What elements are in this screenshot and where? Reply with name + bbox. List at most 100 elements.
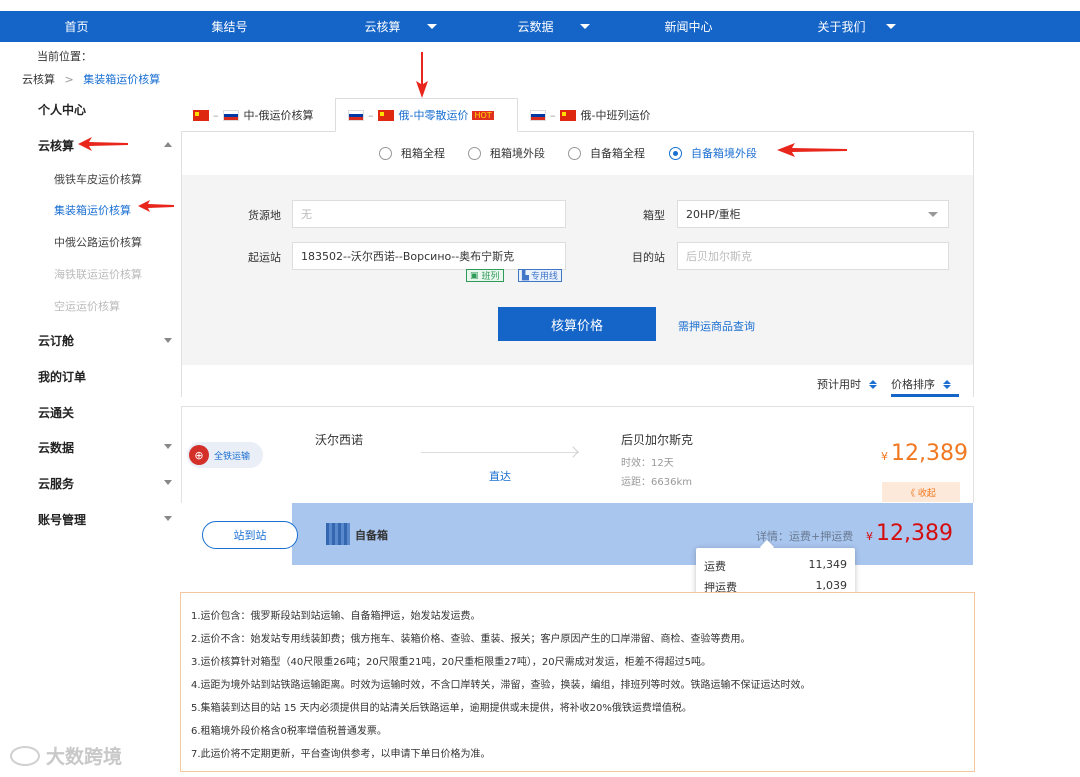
start-station-label: 起运站 bbox=[248, 251, 281, 264]
red-arrow-icon bbox=[78, 137, 128, 151]
calculate-button[interactable]: 核算价格 bbox=[498, 307, 656, 341]
sidebar-sub-road[interactable]: 中俄公路运价核算 bbox=[54, 234, 142, 250]
nav-about-label: 关于我们 bbox=[817, 20, 866, 34]
route-distance: 运距：6636km bbox=[621, 477, 692, 488]
radio-rent-abroad-label: 租箱境外段 bbox=[490, 147, 545, 160]
tab-cn-ru-label: 中-俄运价核算 bbox=[243, 109, 314, 122]
sort-icon bbox=[943, 379, 951, 389]
truck-icon: ▙ bbox=[522, 270, 529, 281]
escort-goods-link[interactable]: 需押运商品查询 bbox=[678, 318, 755, 334]
chevron-down-icon[interactable] bbox=[164, 516, 172, 521]
result-price: ¥12,389 bbox=[881, 441, 968, 466]
tooltip-row-freight: 运费 11,349 bbox=[704, 558, 847, 574]
radio-rent-full[interactable]: 租箱全程 bbox=[379, 145, 445, 161]
nav-cloud-data[interactable]: 云数据 bbox=[459, 11, 612, 42]
radio-own-full-label: 自备箱全程 bbox=[590, 147, 645, 160]
top-nav: 首页 集结号 云核算 云数据 新闻中心 关于我们 bbox=[0, 11, 1080, 42]
radio-rent-abroad[interactable]: 租箱境外段 bbox=[468, 145, 545, 161]
sort-bar: 预计用时 价格排序 bbox=[182, 366, 973, 397]
radio-own-full[interactable]: 自备箱全程 bbox=[568, 145, 645, 161]
box-type-label: 箱型 bbox=[643, 209, 665, 222]
mode-radio-group: 租箱全程 租箱境外段 自备箱全程 自备箱境外段 bbox=[181, 140, 974, 166]
red-arrow-icon bbox=[138, 200, 174, 212]
active-sort-indicator bbox=[891, 394, 959, 397]
chevron-down-icon[interactable] bbox=[164, 444, 172, 449]
nav-home-label: 首页 bbox=[64, 20, 89, 34]
station-to-station-button[interactable]: 站到站 bbox=[202, 521, 298, 549]
sort-by-price[interactable]: 价格排序 bbox=[891, 376, 951, 392]
breadcrumb-root[interactable]: 云核算 bbox=[22, 73, 55, 86]
watermark-text: 大数跨境 bbox=[46, 746, 123, 768]
sidebar-item-customs[interactable]: 云通关 bbox=[38, 404, 74, 421]
nav-news[interactable]: 新闻中心 bbox=[612, 11, 765, 42]
note-4: 4.运距为境外站到站铁路运输距离。时效为运输时效，不含口岸转关，滞留，查验，换装… bbox=[191, 680, 811, 691]
sidebar-item-booking[interactable]: 云订舱 bbox=[38, 332, 74, 349]
radio-own-abroad[interactable]: 自备箱境外段 bbox=[669, 145, 757, 161]
note-6: 6.租箱境外段价格含0税率增值税普通发票。 bbox=[191, 726, 387, 737]
red-arrow-down-icon bbox=[416, 52, 428, 98]
note-2: 2.运价不含：始发站专用线装卸费；俄方拖车、装箱价格、查验、重装、报关；客户原因… bbox=[191, 634, 751, 645]
russia-flag-icon bbox=[222, 109, 239, 121]
sidebar-sub-container[interactable]: 集装箱运价核算 bbox=[54, 202, 131, 218]
container-label: 自备箱 bbox=[355, 529, 388, 542]
nav-jijiehao[interactable]: 集结号 bbox=[153, 11, 306, 42]
route-type: 直达 bbox=[489, 470, 511, 483]
result-price-value: 12,389 bbox=[891, 441, 968, 466]
chevron-down-icon[interactable] bbox=[164, 338, 172, 343]
total-price-value: 12,389 bbox=[876, 521, 953, 546]
tab-ru-cn-train[interactable]: – 俄-中班列运价 bbox=[528, 98, 678, 132]
tab-ru-cn-lcl[interactable]: – 俄-中零散运价 HOT bbox=[335, 98, 518, 132]
red-arrow-icon bbox=[777, 143, 847, 157]
tab-cn-ru[interactable]: – 中-俄运价核算 bbox=[191, 98, 336, 132]
note-1: 1.运价包含：俄罗斯段站到站运输、自备箱押运，始发站发运费。 bbox=[191, 611, 481, 622]
nav-cloud-calc[interactable]: 云核算 bbox=[306, 11, 459, 42]
tab-ru-cn-lcl-label: 俄-中零散运价 bbox=[398, 109, 469, 122]
chevron-down-icon[interactable] bbox=[164, 480, 172, 485]
nav-about[interactable]: 关于我们 bbox=[765, 11, 918, 42]
dest-station-label: 目的站 bbox=[632, 251, 665, 264]
route-to: 后贝加尔斯克 bbox=[621, 433, 694, 447]
freight-label: 运费 bbox=[704, 560, 726, 573]
chevron-down-icon bbox=[928, 212, 938, 217]
nav-home[interactable]: 首页 bbox=[0, 11, 153, 42]
box-type-select[interactable]: 20HP/重柜 bbox=[677, 200, 949, 228]
russia-flag-icon bbox=[530, 109, 546, 121]
sidebar-sub-rail-wagon[interactable]: 俄铁车皮运价核算 bbox=[54, 171, 142, 187]
breadcrumb-current: 集装箱运价核算 bbox=[83, 73, 161, 86]
sidebar-item-data[interactable]: 云数据 bbox=[38, 439, 74, 456]
watermark-logo-icon bbox=[10, 745, 40, 766]
china-flag-icon bbox=[377, 109, 394, 121]
breadcrumb-label: 当前位置： bbox=[37, 50, 92, 63]
tab-bar: – 中-俄运价核算 – 俄-中零散运价 HOT – 俄-中班列运价 bbox=[181, 98, 974, 132]
nav-news-label: 新闻中心 bbox=[664, 20, 713, 34]
total-price: ¥12,389 bbox=[866, 521, 953, 546]
container-icon bbox=[326, 523, 350, 545]
note-3: 3.运价核算针对箱型（40尺限重26吨；20尺限重21吨，20尺重柜限重27吨）… bbox=[191, 657, 711, 668]
chevron-down-icon bbox=[580, 24, 590, 29]
notes-box: 1.运价包含：俄罗斯段站到站运输、自备箱押运，始发站发运费。 2.运价不含：始发… bbox=[180, 592, 975, 772]
box-type-value: 20HP/重柜 bbox=[686, 208, 741, 221]
start-station-field[interactable]: 183502--沃尔西诺--Ворсино--奥布宁斯克 bbox=[292, 242, 566, 270]
chevron-up-icon[interactable] bbox=[164, 142, 172, 147]
sort-by-time[interactable]: 预计用时 bbox=[817, 376, 877, 392]
sidebar-sub-air: 空运运价核算 bbox=[54, 300, 120, 313]
note-5: 5.集箱装到达目的站 15 天内必须提供目的站清关后铁路运单，逾期提供或未提供，… bbox=[191, 703, 692, 714]
all-rail-badge: ⊕ 全铁运输 bbox=[187, 442, 263, 468]
sort-icon bbox=[869, 379, 877, 389]
collapse-button[interactable]: 《 收起 bbox=[882, 482, 960, 502]
origin-label: 货源地 bbox=[248, 209, 281, 222]
sidebar-item-cloud-calc[interactable]: 云核算 bbox=[38, 137, 74, 154]
origin-field[interactable]: 无 bbox=[292, 200, 566, 228]
nav-jijiehao-label: 集结号 bbox=[211, 20, 248, 34]
hot-badge: HOT bbox=[472, 110, 494, 120]
sidebar-item-account[interactable]: 账号管理 bbox=[38, 511, 86, 528]
sidebar-item-service[interactable]: 云服务 bbox=[38, 475, 74, 492]
note-7: 7.此运价将不定期更新，平台查询供参考，以申请下单日价格为准。 bbox=[191, 749, 491, 760]
sort-price-label: 价格排序 bbox=[891, 378, 935, 391]
detail-link[interactable]: 详情：运费+押运费 bbox=[756, 528, 853, 544]
breadcrumb-sep: > bbox=[64, 73, 74, 86]
sidebar-item-orders[interactable]: 我的订单 bbox=[38, 368, 86, 385]
dest-station-field[interactable]: 后贝加尔斯克 bbox=[677, 242, 949, 270]
sidebar-item-personal[interactable]: 个人中心 bbox=[38, 101, 86, 118]
russia-flag-icon bbox=[348, 109, 364, 121]
